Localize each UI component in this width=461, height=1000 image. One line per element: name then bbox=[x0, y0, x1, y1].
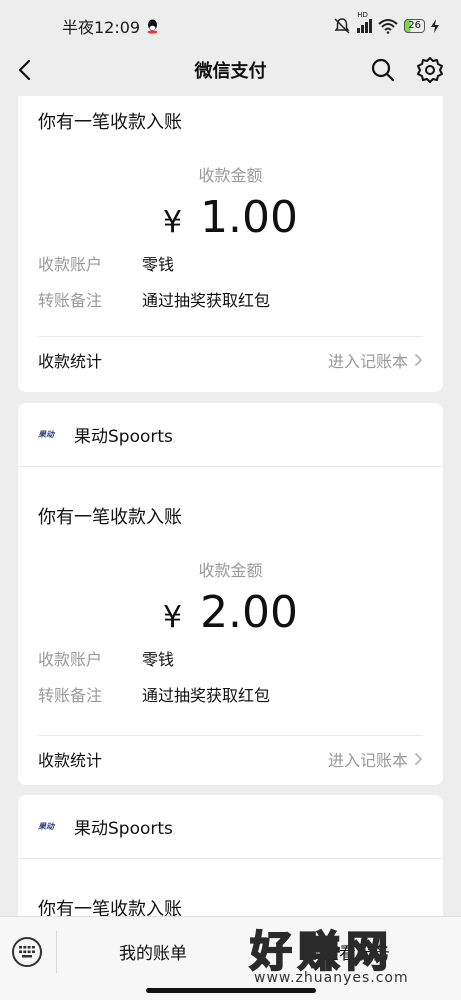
amount-display: ¥ 1.00 bbox=[18, 192, 443, 243]
amount-value: 1.00 bbox=[200, 192, 299, 243]
row-value: 零钱 bbox=[142, 650, 175, 669]
row-label: 收款账户 bbox=[38, 255, 103, 274]
detail-row: 收款账户 零钱 bbox=[18, 245, 443, 281]
keyboard-toggle-button[interactable] bbox=[12, 937, 42, 967]
ledger-link[interactable]: 进入记账本 bbox=[328, 348, 423, 372]
watermark: 好赚网 www.zhuanyes.com bbox=[249, 918, 450, 990]
detail-row: 转账备注 通过抽奖获取红包 bbox=[18, 676, 443, 712]
payment-card[interactable]: 果动 果动Spoorts 你有一笔收款入账 收款金额 ¥ 2.00 收款账户 零… bbox=[18, 403, 443, 785]
status-icons: HD 26 bbox=[333, 11, 439, 35]
amount-label: 收款金额 bbox=[198, 166, 263, 185]
back-arrow-icon[interactable] bbox=[14, 58, 38, 82]
divider bbox=[56, 931, 57, 973]
mute-bell-icon bbox=[334, 18, 350, 34]
footer-label: 收款统计 bbox=[38, 750, 103, 770]
page-title: 微信支付 bbox=[194, 61, 267, 82]
detail-row: 收款账户 零钱 bbox=[18, 640, 443, 676]
card-title: 你有一笔收款入账 bbox=[38, 899, 182, 916]
row-label: 转账备注 bbox=[38, 686, 103, 705]
qq-icon bbox=[147, 19, 158, 34]
ledger-link[interactable]: 进入记账本 bbox=[328, 747, 423, 771]
brand-name: 果动Spoorts bbox=[74, 427, 173, 447]
row-label: 收款账户 bbox=[38, 650, 103, 669]
amount-display: ¥ 2.00 bbox=[18, 587, 443, 638]
cellular-signal-icon: HD bbox=[357, 11, 373, 33]
amount-value: 2.00 bbox=[200, 587, 299, 638]
message-feed[interactable]: 你有一笔收款入账 收款金额 ¥ 1.00 收款账户 零钱 转账备注 通过抽奖获取… bbox=[0, 96, 461, 916]
watermark-url: www.zhuanyes.com bbox=[254, 970, 409, 986]
amount-label: 收款金额 bbox=[198, 561, 263, 580]
payment-card[interactable]: 你有一笔收款入账 收款金额 ¥ 1.00 收款账户 零钱 转账备注 通过抽奖获取… bbox=[18, 96, 443, 392]
my-bill-tab[interactable]: 我的账单 bbox=[119, 939, 187, 964]
search-icon[interactable] bbox=[370, 57, 396, 83]
card-footer[interactable]: 收款统计 进入记账本 bbox=[38, 735, 423, 781]
row-value: 通过抽奖获取红包 bbox=[142, 686, 271, 705]
detail-row: 转账备注 通过抽奖获取红包 bbox=[18, 281, 443, 317]
row-value: 通过抽奖获取红包 bbox=[142, 291, 271, 310]
network-type: HD bbox=[357, 11, 368, 19]
status-time: 半夜12:09 bbox=[62, 18, 141, 37]
currency-symbol: ¥ bbox=[162, 600, 183, 635]
row-label: 转账备注 bbox=[38, 291, 103, 310]
chevron-right-icon bbox=[414, 752, 423, 765]
battery-icon: 26 bbox=[404, 19, 425, 33]
chevron-right-icon bbox=[414, 353, 423, 366]
row-value: 零钱 bbox=[142, 255, 175, 274]
ledger-link-text: 进入记账本 bbox=[327, 750, 408, 770]
currency-symbol: ¥ bbox=[162, 205, 183, 240]
card-header: 果动 果动Spoorts bbox=[18, 795, 443, 859]
card-footer[interactable]: 收款统计 进入记账本 bbox=[38, 336, 423, 382]
nav-bar: 微信支付 bbox=[0, 44, 461, 96]
home-indicator[interactable] bbox=[146, 988, 316, 993]
footer-label: 收款统计 bbox=[38, 351, 103, 371]
ledger-link-text: 进入记账本 bbox=[327, 351, 408, 371]
gear-icon[interactable] bbox=[416, 56, 444, 84]
brand-logo: 果动 bbox=[38, 430, 54, 439]
brand-name: 果动Spoorts bbox=[74, 819, 173, 839]
card-header: 果动 果动Spoorts bbox=[18, 403, 443, 467]
card-title: 你有一笔收款入账 bbox=[38, 507, 182, 528]
card-title: 你有一笔收款入账 bbox=[38, 112, 182, 133]
brand-logo: 果动 bbox=[38, 822, 54, 831]
keyboard-icon bbox=[19, 946, 35, 958]
wifi-icon bbox=[378, 19, 398, 34]
charging-bolt-icon bbox=[431, 19, 439, 33]
payment-card[interactable]: 果动 果动Spoorts 你有一笔收款入账 bbox=[18, 795, 443, 916]
